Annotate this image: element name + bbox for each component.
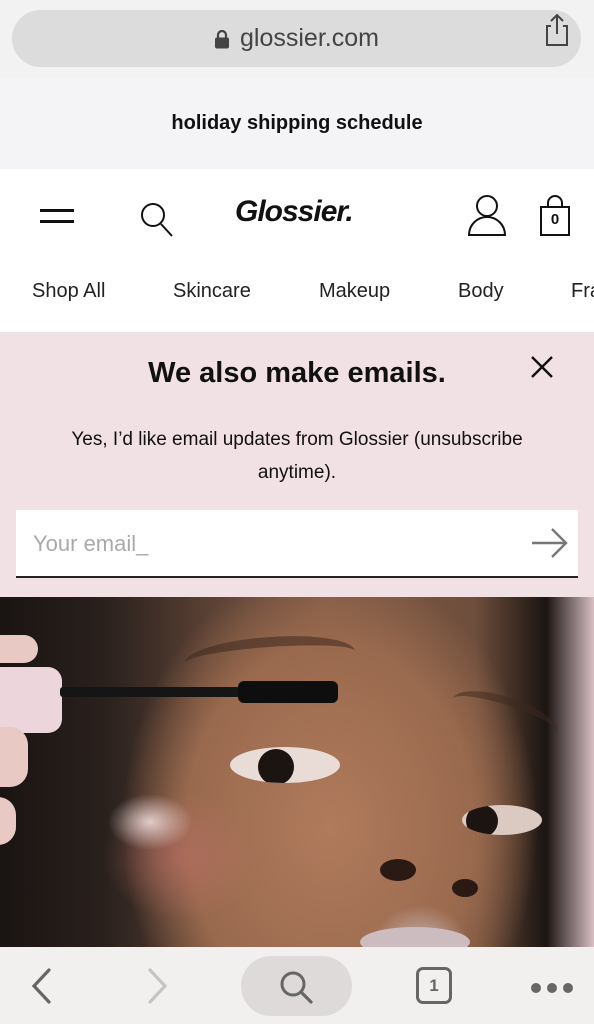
email-input[interactable] xyxy=(31,510,515,578)
tabs-button[interactable]: 1 xyxy=(416,967,452,1004)
email-signup-title: We also make emails. xyxy=(148,357,446,389)
promo-banner[interactable]: holiday shipping schedule xyxy=(0,78,594,169)
close-icon[interactable] xyxy=(528,353,556,381)
chevron-right-icon[interactable] xyxy=(147,967,169,1010)
site-header: Glossier. 0 xyxy=(0,169,594,264)
browser-address-area: glossier.com xyxy=(0,0,594,78)
hamburger-icon[interactable] xyxy=(40,209,74,229)
share-icon[interactable] xyxy=(542,12,572,48)
glossier-logo[interactable]: Glossier. xyxy=(235,195,354,229)
promo-banner-text[interactable]: holiday shipping schedule xyxy=(171,112,422,135)
search-icon[interactable] xyxy=(137,199,177,241)
mascara-wand xyxy=(60,687,240,697)
hero-finger xyxy=(0,797,16,845)
nav-item-body[interactable]: Body xyxy=(458,280,504,303)
mascara-tube xyxy=(0,667,62,733)
hero-eye xyxy=(462,805,542,835)
url-text[interactable]: glossier.com xyxy=(240,24,379,53)
email-signup-description: Yes, I’d like email updates from Glossie… xyxy=(71,429,523,483)
hero-eye xyxy=(230,747,340,783)
hero-brow xyxy=(446,680,564,752)
hero-lips xyxy=(360,927,470,947)
nav-item-fragrance[interactable]: Fragrance xyxy=(571,280,594,303)
email-field xyxy=(16,510,578,578)
hero-nostril xyxy=(452,879,478,897)
tab-count: 1 xyxy=(429,976,439,995)
search-icon xyxy=(277,968,317,1013)
hero-finger xyxy=(0,727,28,787)
mascara-brush xyxy=(238,681,338,703)
nav-item-makeup[interactable]: Makeup xyxy=(319,280,390,303)
shopping-bag-icon[interactable]: 0 xyxy=(538,195,572,237)
bag-count: 0 xyxy=(550,211,560,228)
category-nav: Shop All Skincare Makeup Body Fragrance xyxy=(0,264,594,333)
hero-brow xyxy=(183,631,357,683)
email-signup-panel: We also make emails. Yes, I’d like email… xyxy=(0,333,594,597)
hero-finger xyxy=(0,635,38,663)
nav-item-skincare[interactable]: Skincare xyxy=(173,280,251,303)
address-bar[interactable]: glossier.com xyxy=(12,10,581,67)
browser-toolbar: 1 xyxy=(0,947,594,1024)
chevron-left-icon[interactable] xyxy=(30,967,52,1010)
lock-icon xyxy=(214,29,230,49)
more-icon[interactable] xyxy=(530,981,574,999)
toolbar-search-button[interactable] xyxy=(241,956,352,1016)
account-icon[interactable] xyxy=(466,193,508,237)
hero-nostril xyxy=(380,859,416,881)
nav-item-shop-all[interactable]: Shop All xyxy=(32,280,105,303)
hero-image[interactable] xyxy=(0,597,594,947)
arrow-right-icon[interactable] xyxy=(530,526,570,560)
